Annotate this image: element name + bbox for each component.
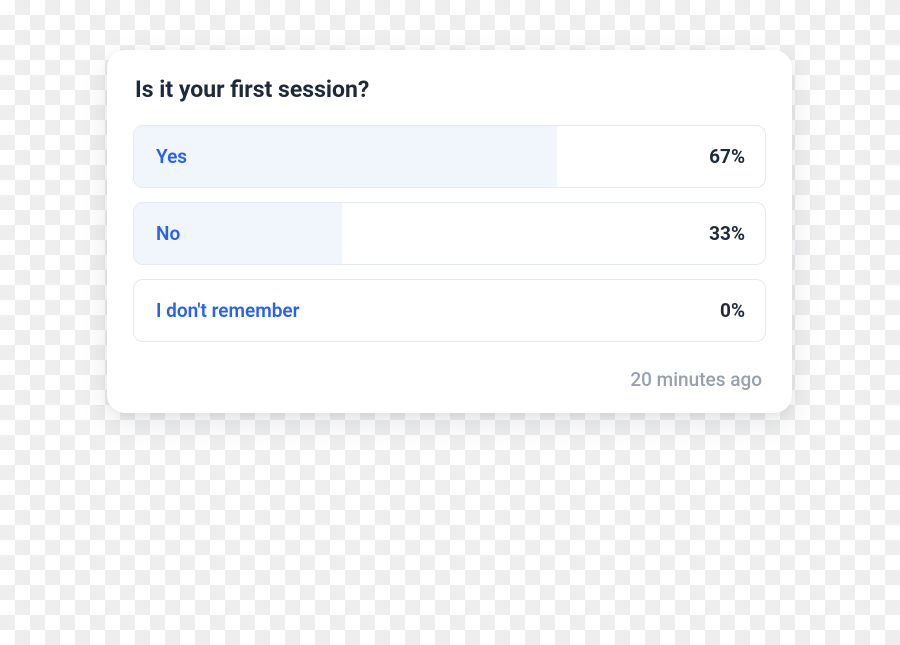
poll-option-label: Yes: [156, 145, 187, 168]
poll-option-dont-remember[interactable]: I don't remember 0%: [133, 279, 766, 342]
poll-option-row: Yes 67%: [134, 126, 765, 187]
poll-option-percent: 0%: [720, 299, 745, 322]
poll-option-no[interactable]: No 33%: [133, 202, 766, 265]
poll-question: Is it your first session?: [133, 76, 766, 103]
poll-option-label: No: [156, 222, 180, 245]
poll-timestamp: 20 minutes ago: [133, 368, 766, 391]
poll-option-label: I don't remember: [156, 299, 300, 322]
poll-option-percent: 67%: [709, 145, 745, 168]
poll-option-row: No 33%: [134, 203, 765, 264]
poll-option-row: I don't remember 0%: [134, 280, 765, 341]
poll-card: Is it your first session? Yes 67% No 33%…: [107, 50, 792, 413]
poll-options-list: Yes 67% No 33% I don't remember 0%: [133, 125, 766, 342]
poll-option-percent: 33%: [709, 222, 745, 245]
poll-option-yes[interactable]: Yes 67%: [133, 125, 766, 188]
